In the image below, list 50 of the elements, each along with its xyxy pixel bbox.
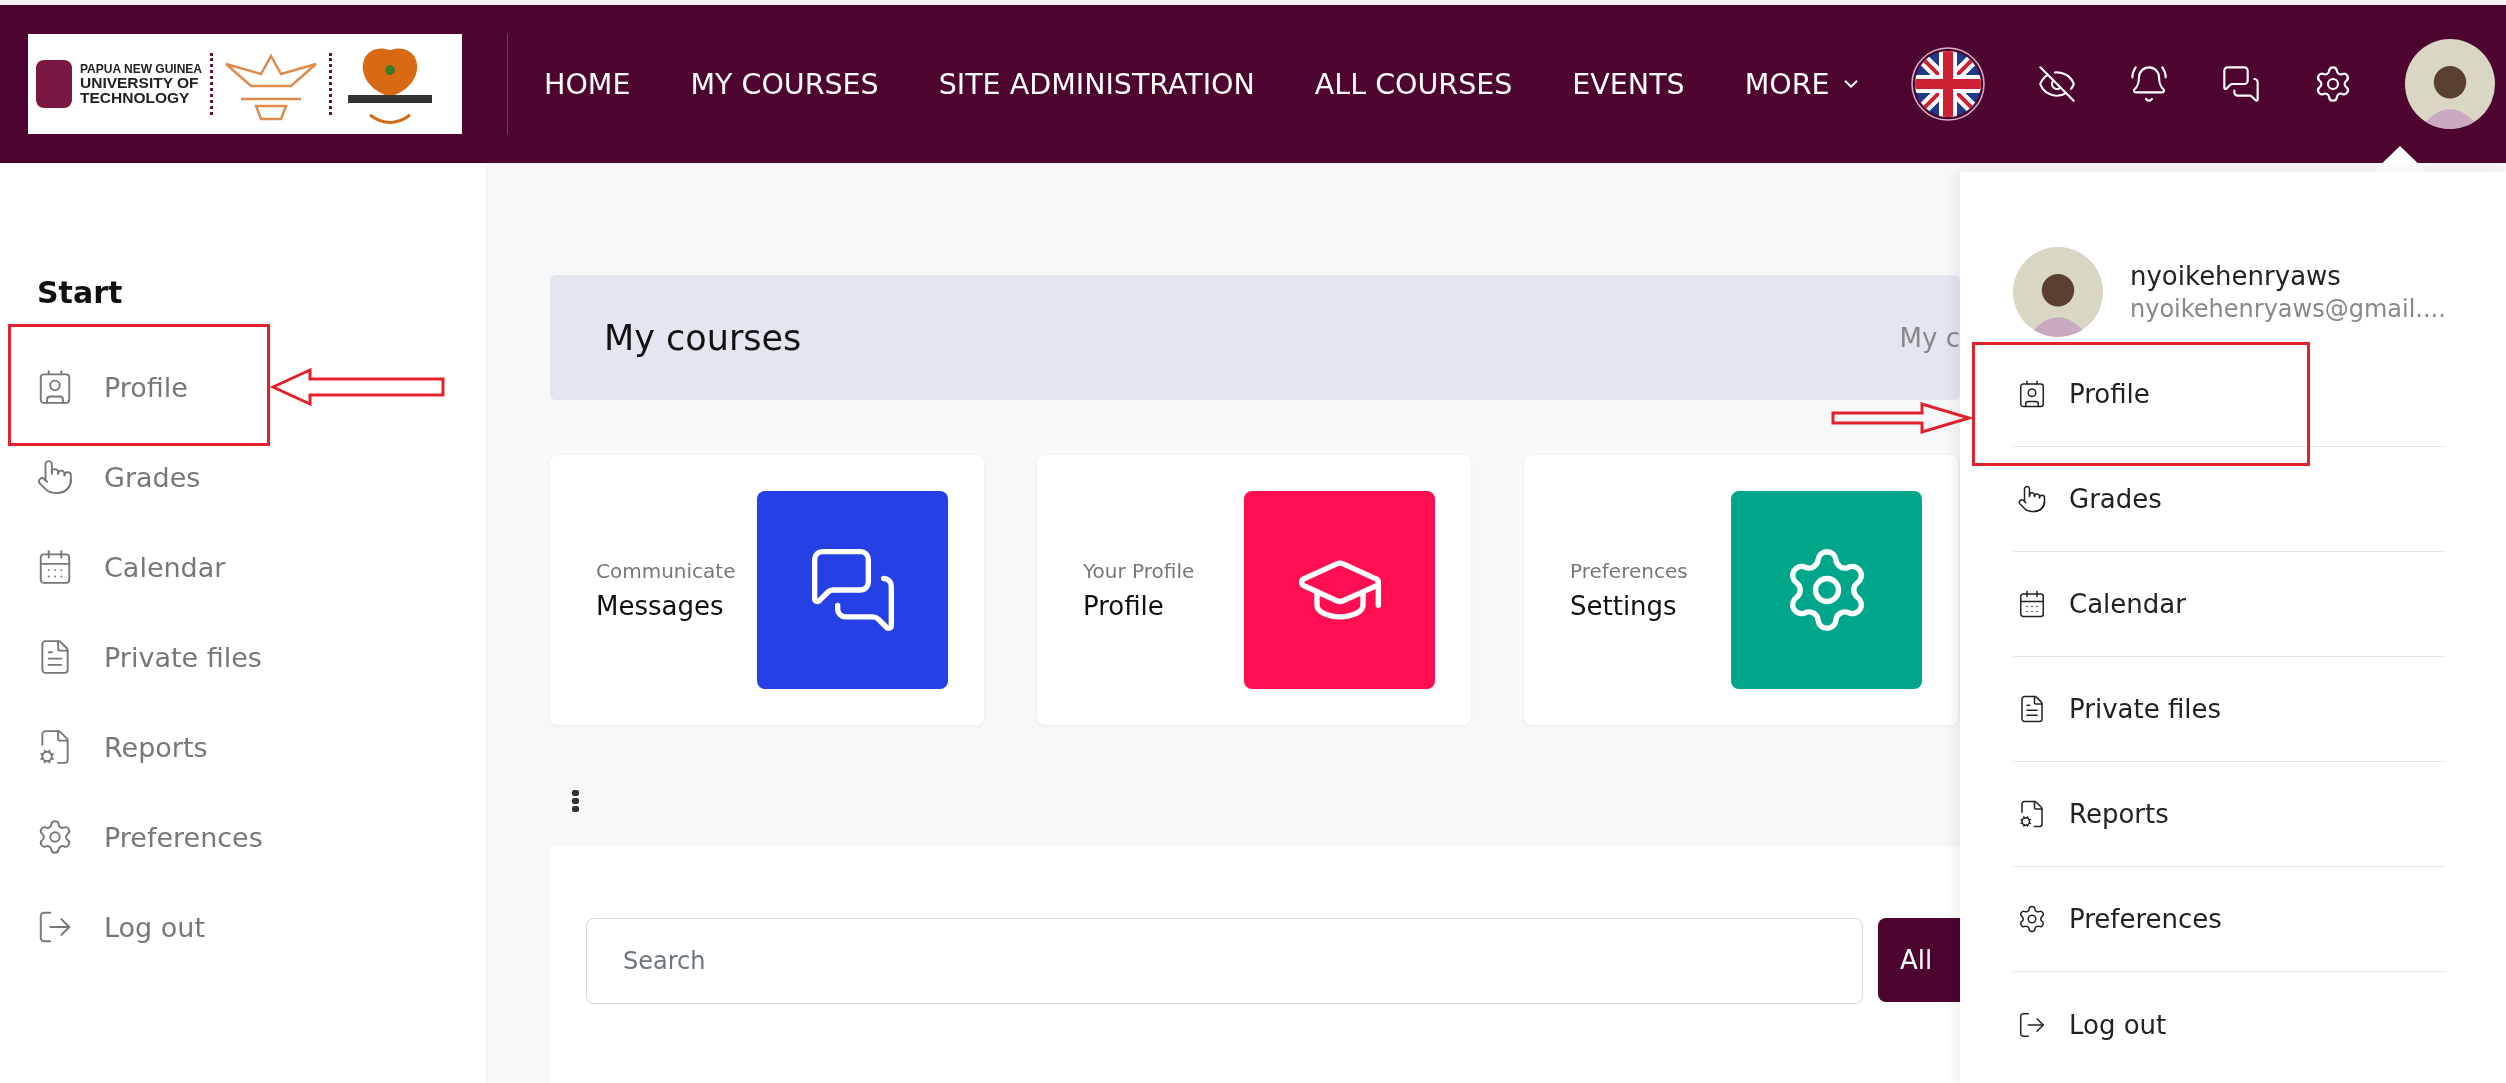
union-flag-icon[interactable] bbox=[1911, 47, 1985, 121]
hand-pointer-icon bbox=[2017, 484, 2047, 514]
university-logo[interactable]: PAPUA NEW GUINEA UNIVERSITY OF TECHNOLOGY bbox=[28, 34, 462, 134]
logo-text: UNIVERSITY OF bbox=[80, 74, 200, 90]
user-email: nyoikehenryaws@gmail.... bbox=[2130, 295, 2446, 323]
nav-link[interactable]: HOME bbox=[544, 67, 631, 101]
settings-icon bbox=[2017, 904, 2047, 934]
menu-item[interactable]: Calendar bbox=[2013, 552, 2445, 657]
sidebar-item[interactable]: Profile bbox=[0, 342, 486, 432]
calendar-icon bbox=[2017, 589, 2047, 619]
sidebar-item[interactable]: Preferences bbox=[0, 792, 486, 882]
filter-dropdown-button[interactable]: All bbox=[1878, 918, 1960, 1002]
menu-item[interactable]: Grades bbox=[2013, 447, 2445, 552]
bell-icon[interactable] bbox=[2129, 64, 2169, 104]
card-title: Settings bbox=[1570, 591, 1678, 621]
sidebar-item[interactable]: Calendar bbox=[0, 522, 486, 612]
user-name: nyoikehenryaws bbox=[2130, 261, 2342, 291]
menu-item[interactable]: Reports bbox=[2013, 762, 2445, 867]
shortcut-card[interactable]: Preferences Settings bbox=[1524, 455, 1958, 725]
page-title: My courses bbox=[604, 317, 802, 358]
chat-bubbles-icon[interactable] bbox=[2221, 64, 2261, 104]
sidebar-item[interactable]: Grades bbox=[0, 432, 486, 522]
card-caption: Your Profile bbox=[1083, 559, 1195, 583]
nav-link[interactable]: SITE ADMINISTRATION bbox=[938, 67, 1255, 101]
hand-pointer-icon bbox=[36, 458, 74, 496]
nav-link[interactable]: MORE bbox=[1744, 67, 1862, 101]
card-title: Profile bbox=[1083, 591, 1165, 621]
card-caption: Preferences bbox=[1570, 559, 1688, 583]
nav-link[interactable]: ALL COURSES bbox=[1314, 67, 1513, 101]
menu-item[interactable]: Log out bbox=[2013, 972, 2445, 1077]
nav-link[interactable]: EVENTS bbox=[1572, 67, 1685, 101]
contact-card-icon bbox=[2017, 379, 2047, 409]
menu-item[interactable]: Preferences bbox=[2013, 867, 2445, 972]
eye-off-icon[interactable] bbox=[2037, 64, 2077, 104]
sidebar-item[interactable]: Private files bbox=[0, 612, 486, 702]
menu-item[interactable]: Profile bbox=[2013, 342, 2445, 447]
menu-item[interactable]: Private files bbox=[2013, 657, 2445, 762]
shortcut-card[interactable]: Communicate Messages bbox=[550, 455, 984, 725]
sidebar-item[interactable]: Log out bbox=[0, 882, 486, 972]
card-caption: Communicate bbox=[596, 559, 736, 583]
logo-text: PAPUA NEW GUINEA bbox=[80, 62, 202, 75]
shortcut-card[interactable]: Your Profile Profile bbox=[1037, 455, 1471, 725]
sidebar-item[interactable]: Reports bbox=[0, 702, 486, 792]
nav-link[interactable]: MY COURSES bbox=[690, 67, 879, 101]
card-title: Messages bbox=[596, 591, 725, 621]
more-options-icon bbox=[572, 790, 579, 812]
emblem-icon bbox=[36, 60, 72, 108]
logo-text: TECHNOLOGY bbox=[80, 90, 191, 106]
search-field[interactable]: Search bbox=[586, 918, 1863, 1004]
sidebar-heading: Start bbox=[37, 275, 124, 312]
